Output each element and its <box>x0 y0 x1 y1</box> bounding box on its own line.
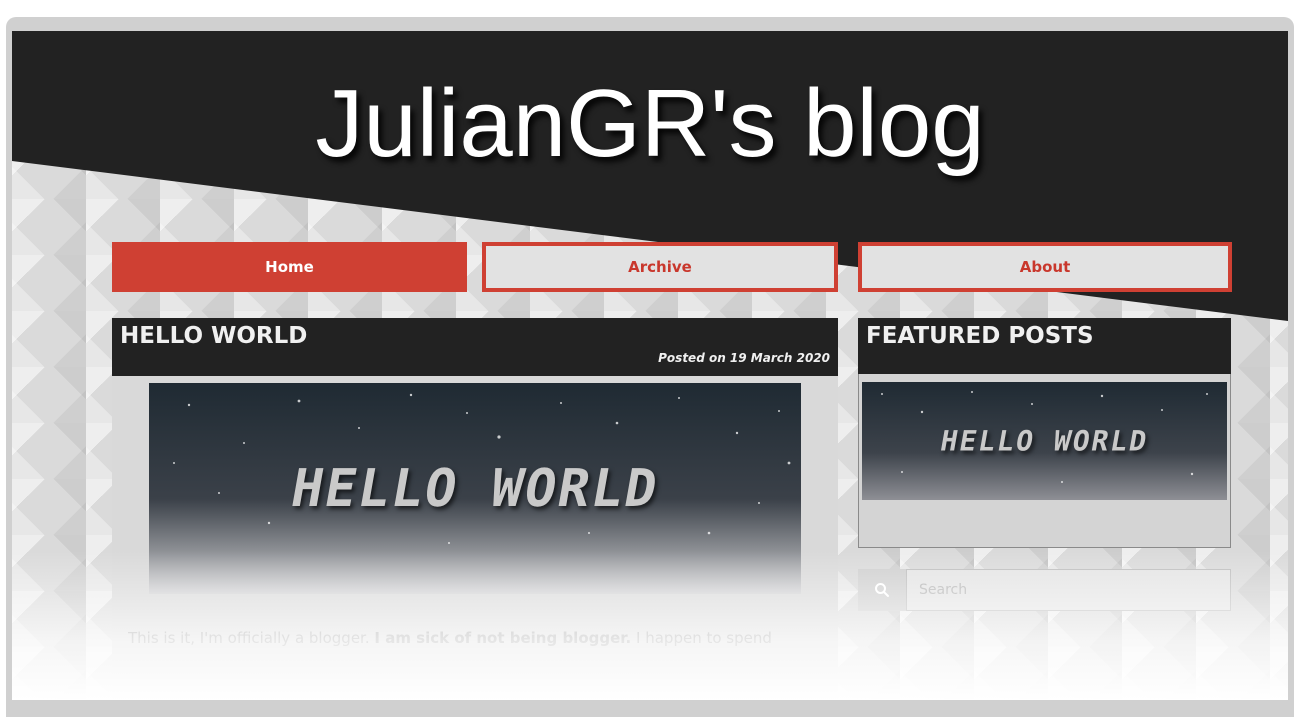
post-title[interactable]: HELLO WORLD <box>120 323 307 349</box>
post-excerpt-end: I happen to spend <box>636 629 772 647</box>
post-excerpt-bold: I am sick of not being blogger. <box>374 629 632 647</box>
post-header: HELLO WORLD Posted on 19 March 2020 <box>112 318 838 376</box>
blog-title[interactable]: JulianGR's blog <box>12 69 1288 179</box>
search-input[interactable] <box>906 569 1231 611</box>
post-excerpt-start: This is it, I'm officially a blogger. <box>128 629 370 647</box>
post-banner-text: HELLO WORLD <box>286 458 664 519</box>
search-button[interactable] <box>858 569 906 611</box>
featured-post-banner-text: HELLO WORLD <box>937 424 1152 458</box>
featured-post-thumbnail[interactable]: HELLO WORLD <box>862 382 1227 500</box>
nav-home-button[interactable]: Home <box>112 242 467 292</box>
post-banner-image[interactable]: HELLO WORLD <box>149 383 801 594</box>
search-box <box>858 569 1231 611</box>
nav-archive-button[interactable]: Archive <box>482 242 838 292</box>
post-excerpt: This is it, I'm officially a blogger. I … <box>128 629 828 647</box>
search-icon <box>875 583 889 597</box>
nav-about-button[interactable]: About <box>858 242 1232 292</box>
nav-home-label: Home <box>265 258 314 276</box>
nav-about-label: About <box>1019 258 1071 276</box>
nav-archive-label: Archive <box>628 258 692 276</box>
featured-posts-title: FEATURED POSTS <box>866 323 1094 349</box>
featured-posts-header: FEATURED POSTS <box>858 318 1231 374</box>
blog-page: JulianGR's blog Home Archive About HELLO… <box>12 31 1288 700</box>
post-date: Posted on 19 March 2020 <box>658 351 830 365</box>
